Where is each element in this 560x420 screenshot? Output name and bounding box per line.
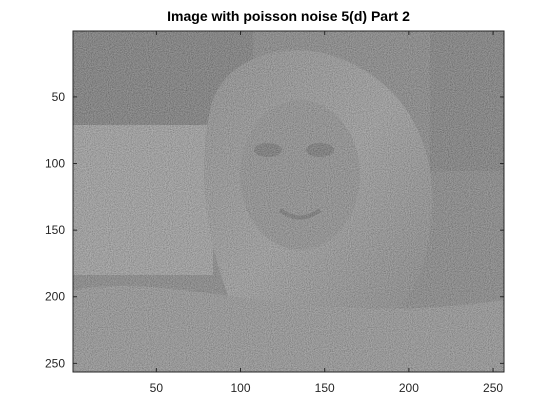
x-tick-label: 100 — [231, 381, 251, 395]
y-tick-label: 100 — [45, 157, 65, 171]
y-tick-label: 50 — [52, 90, 66, 104]
x-tick-label: 150 — [315, 381, 335, 395]
noisy-image — [73, 31, 504, 372]
x-tick-label: 50 — [150, 381, 164, 395]
x-tick-label: 200 — [399, 381, 419, 395]
y-tick-label: 250 — [45, 356, 65, 370]
y-tick-label: 200 — [45, 290, 65, 304]
x-tick-label: 250 — [483, 381, 503, 395]
y-tick-label: 150 — [45, 223, 65, 237]
image-axes: 50 100 150 200 250 50 100 150 200 250 — [45, 30, 505, 395]
